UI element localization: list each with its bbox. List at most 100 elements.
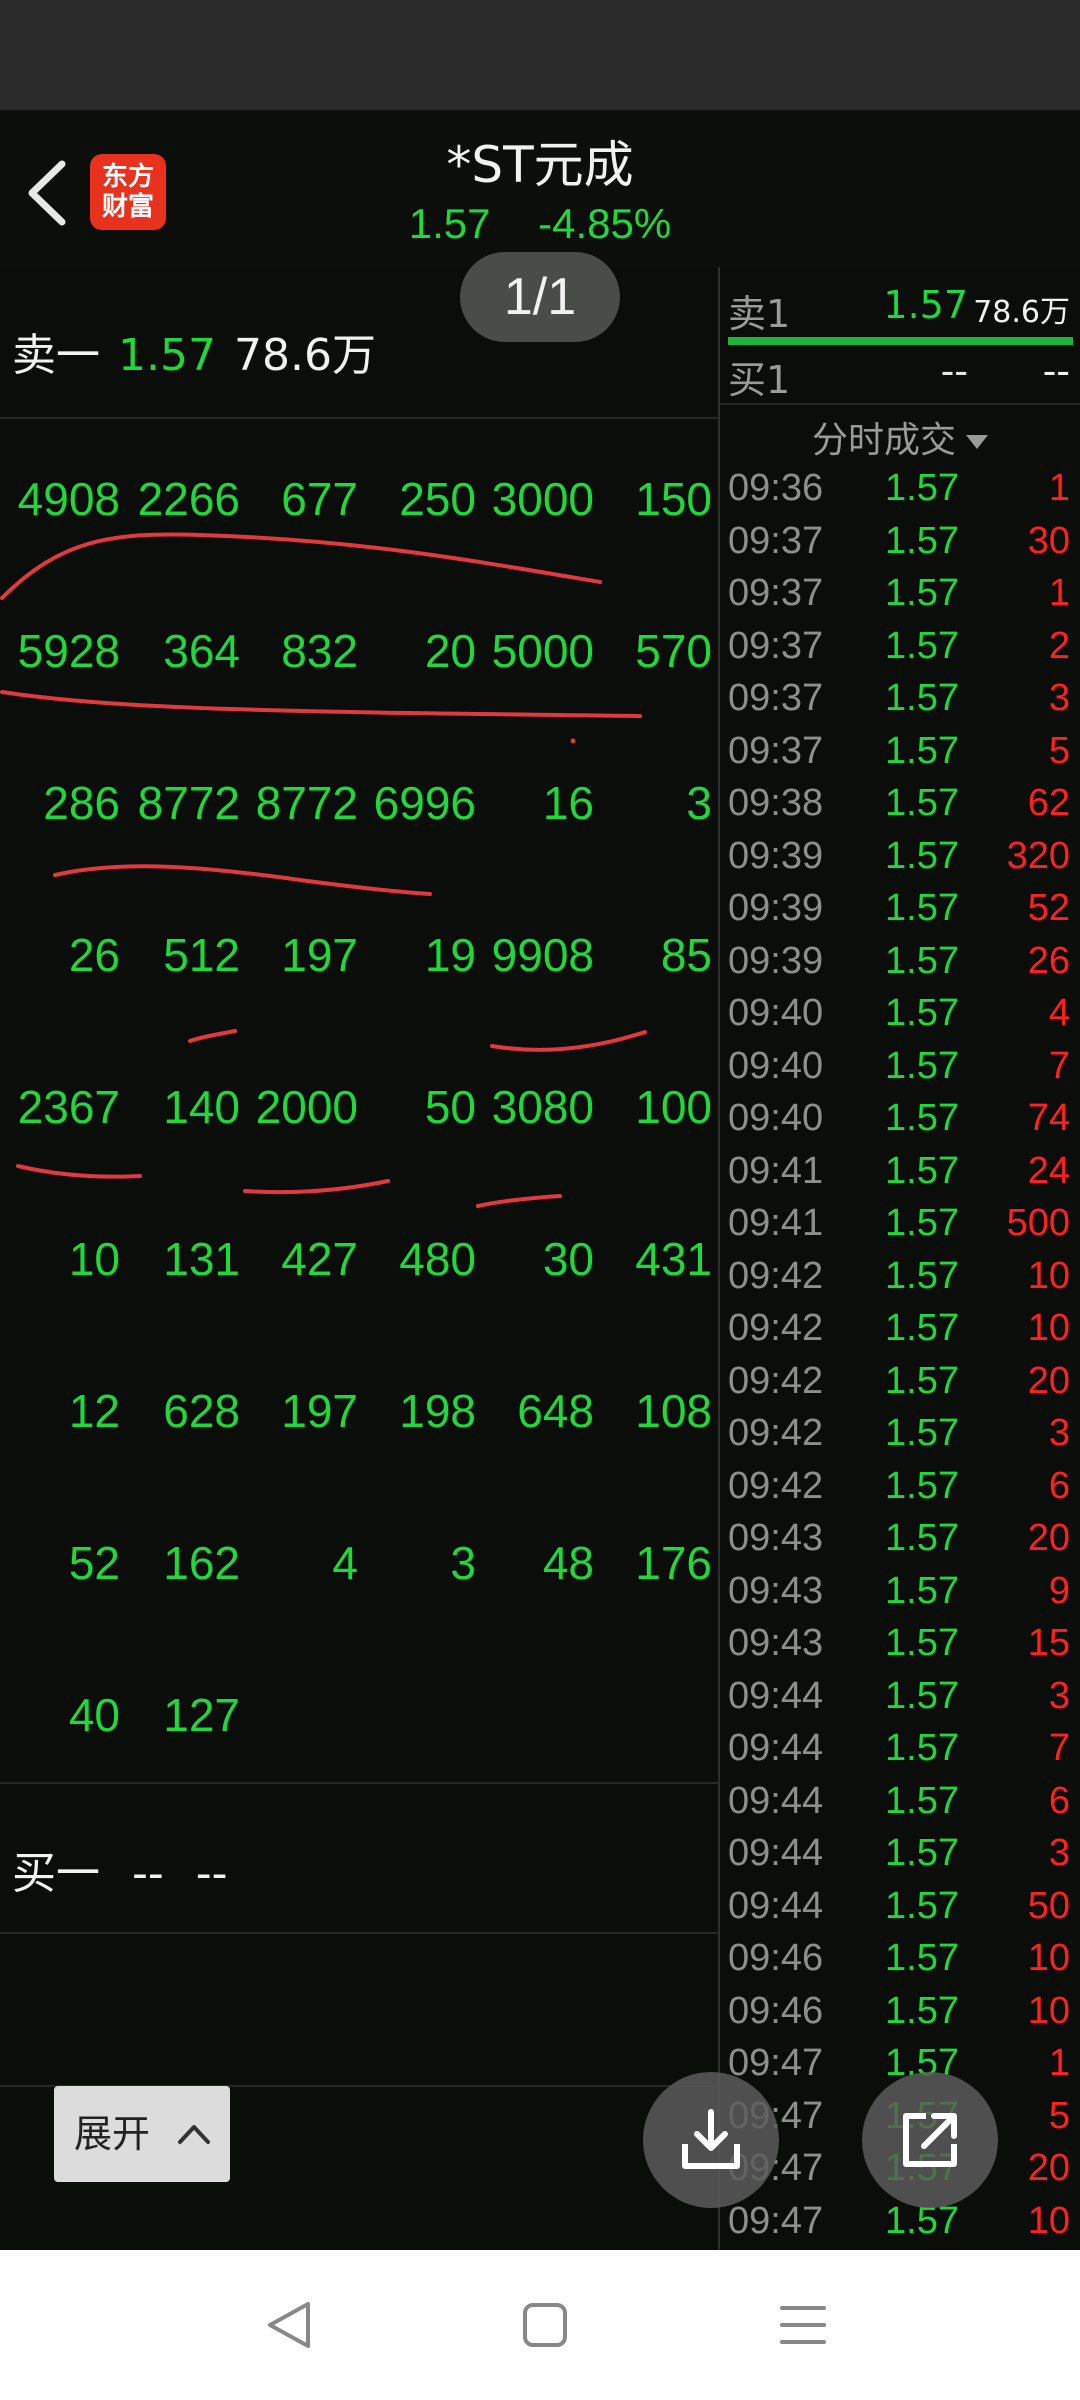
share-button[interactable]: [862, 2072, 998, 2208]
tick-row: 09:39 1.57 26: [720, 936, 1080, 989]
app-logo: 东方 财富: [90, 154, 166, 230]
sell-one-volume: 78.6万: [233, 330, 376, 381]
tick-volume: 1: [1048, 572, 1070, 614]
tick-price: 1.57: [885, 1517, 959, 1559]
tick-price: 1.57: [885, 677, 959, 719]
stock-title: *ST元成: [446, 136, 634, 194]
tick-price: 1.57: [885, 1832, 959, 1874]
tick-volume: 7: [1048, 1044, 1070, 1087]
tick-row: 09:42 1.57 10: [720, 1303, 1080, 1356]
tick-volume: 7: [1048, 1727, 1070, 1769]
quote-sell1-label: 卖1: [728, 292, 791, 336]
nav-menu-icon[interactable]: [776, 2298, 830, 2352]
tick-volume: 3: [1048, 677, 1070, 719]
quote-sell1-volume: 78.6万: [973, 295, 1070, 330]
tick-volume: 3: [1048, 1674, 1070, 1717]
order-volume: 3000: [491, 473, 594, 525]
order-volume: 26: [68, 929, 120, 981]
order-volume: 52: [68, 1537, 120, 1589]
tick-volume: 15: [1027, 1622, 1070, 1664]
order-volume: 3: [686, 777, 712, 829]
back-button[interactable]: [22, 158, 72, 228]
expand-button[interactable]: 展开: [54, 2086, 230, 2182]
tick-volume: 9: [1048, 1569, 1070, 1612]
tick-time: 09:42: [728, 1254, 824, 1297]
tick-row: 09:44 1.57 3: [720, 1671, 1080, 1724]
order-volume: 50: [424, 1081, 476, 1133]
order-volume: 5000: [491, 625, 594, 677]
row-divider: [0, 1782, 718, 1784]
tick-price: 1.57: [885, 1779, 959, 1822]
row-divider: [720, 403, 1080, 405]
order-queue-row: 4908 2266 677 250 3000 150: [0, 472, 718, 624]
order-volume: 364: [163, 625, 240, 677]
header: 东方 财富 *ST元成 1.57 -4.85%: [0, 110, 1080, 267]
tick-price: 1.57: [885, 939, 959, 982]
order-volume: 150: [635, 473, 712, 525]
expand-button-label: 展开: [74, 2112, 151, 2156]
tick-volume: 6: [1048, 1464, 1070, 1507]
nav-home-icon[interactable]: [518, 2298, 572, 2352]
tick-price: 1.57: [885, 1202, 959, 1244]
order-volume: 648: [517, 1385, 594, 1437]
tick-volume: 10: [1027, 1307, 1070, 1349]
tick-time: 09:44: [728, 1674, 824, 1717]
download-button[interactable]: [643, 2072, 779, 2208]
tick-row: 09:39 1.57 52: [720, 883, 1080, 936]
tick-price: 1.57: [885, 1727, 959, 1769]
ticks-header[interactable]: 分时成交: [720, 411, 1080, 463]
order-volume: 570: [635, 625, 712, 677]
order-queue-row: 40 127: [0, 1688, 718, 1840]
order-queue-grid: 4908 2266 677 250 3000 150 5928 364 832 20 5000 570…: [0, 472, 718, 1840]
tick-time: 09:42: [728, 1464, 824, 1507]
tick-price: 1.57: [885, 467, 959, 509]
page-indicator: 1/1: [460, 252, 620, 342]
order-queue-row: 12 628 197 198 648 108: [0, 1384, 718, 1536]
order-volume: 4: [332, 1537, 358, 1589]
sell-one-row: 卖一 1.57 78.6万: [12, 319, 376, 383]
tick-row: 09:39 1.57 320: [720, 831, 1080, 884]
tick-time: 09:44: [728, 1832, 824, 1874]
order-volume: 140: [163, 1081, 240, 1133]
tick-row: 09:36 1.57 1: [720, 463, 1080, 516]
order-volume: 8772: [137, 777, 240, 829]
sell-one-label: 卖一: [12, 330, 100, 381]
tick-price: 1.57: [885, 1989, 959, 2032]
row-divider: [0, 417, 718, 419]
sell-one-price: 1.57: [118, 330, 216, 381]
tick-time: 09:39: [728, 834, 824, 877]
tick-row: 09:38 1.57 62: [720, 778, 1080, 831]
stock-price: 1.57: [408, 200, 491, 247]
order-volume: 16: [542, 777, 594, 829]
tick-volume: 10: [1027, 2199, 1070, 2242]
quote-buy1-volume: --: [1042, 349, 1070, 393]
tick-row: 09:44 1.57 7: [720, 1723, 1080, 1776]
order-volume: 176: [635, 1537, 712, 1589]
tick-time: 09:42: [728, 1412, 824, 1454]
ticks-list[interactable]: 09:36 1.57 1 09:37 1.57 30 09:37 1.57 1 09:37 1.57…: [720, 463, 1080, 2248]
tick-volume: 10: [1027, 1989, 1070, 2032]
tick-volume: 4: [1048, 992, 1070, 1034]
tick-row: 09:43 1.57 20: [720, 1513, 1080, 1566]
nav-back-icon[interactable]: [262, 2298, 316, 2352]
tick-time: 09:43: [728, 1517, 824, 1559]
tick-time: 09:37: [728, 677, 824, 719]
tick-volume: 26: [1027, 939, 1070, 982]
tick-price: 1.57: [885, 519, 959, 562]
buy-one-volume: --: [195, 1848, 228, 1899]
tick-row: 09:42 1.57 6: [720, 1461, 1080, 1514]
order-volume: 250: [399, 473, 476, 525]
quote-buy1-row: 买1 -- --: [720, 341, 1080, 405]
tick-price: 1.57: [885, 1569, 959, 1612]
tick-time: 09:44: [728, 1884, 824, 1927]
order-volume: 2266: [137, 473, 240, 525]
tick-row: 09:43 1.57 9: [720, 1566, 1080, 1619]
tick-price: 1.57: [885, 992, 959, 1034]
quote-buy1-label: 买1: [728, 358, 791, 402]
order-volume: 3080: [491, 1081, 594, 1133]
tick-row: 09:44 1.57 50: [720, 1881, 1080, 1934]
tick-price: 1.57: [885, 1359, 959, 1402]
tick-time: 09:37: [728, 572, 824, 614]
buy-one-label: 买一: [12, 1848, 100, 1899]
tick-row: 09:37 1.57 30: [720, 516, 1080, 569]
